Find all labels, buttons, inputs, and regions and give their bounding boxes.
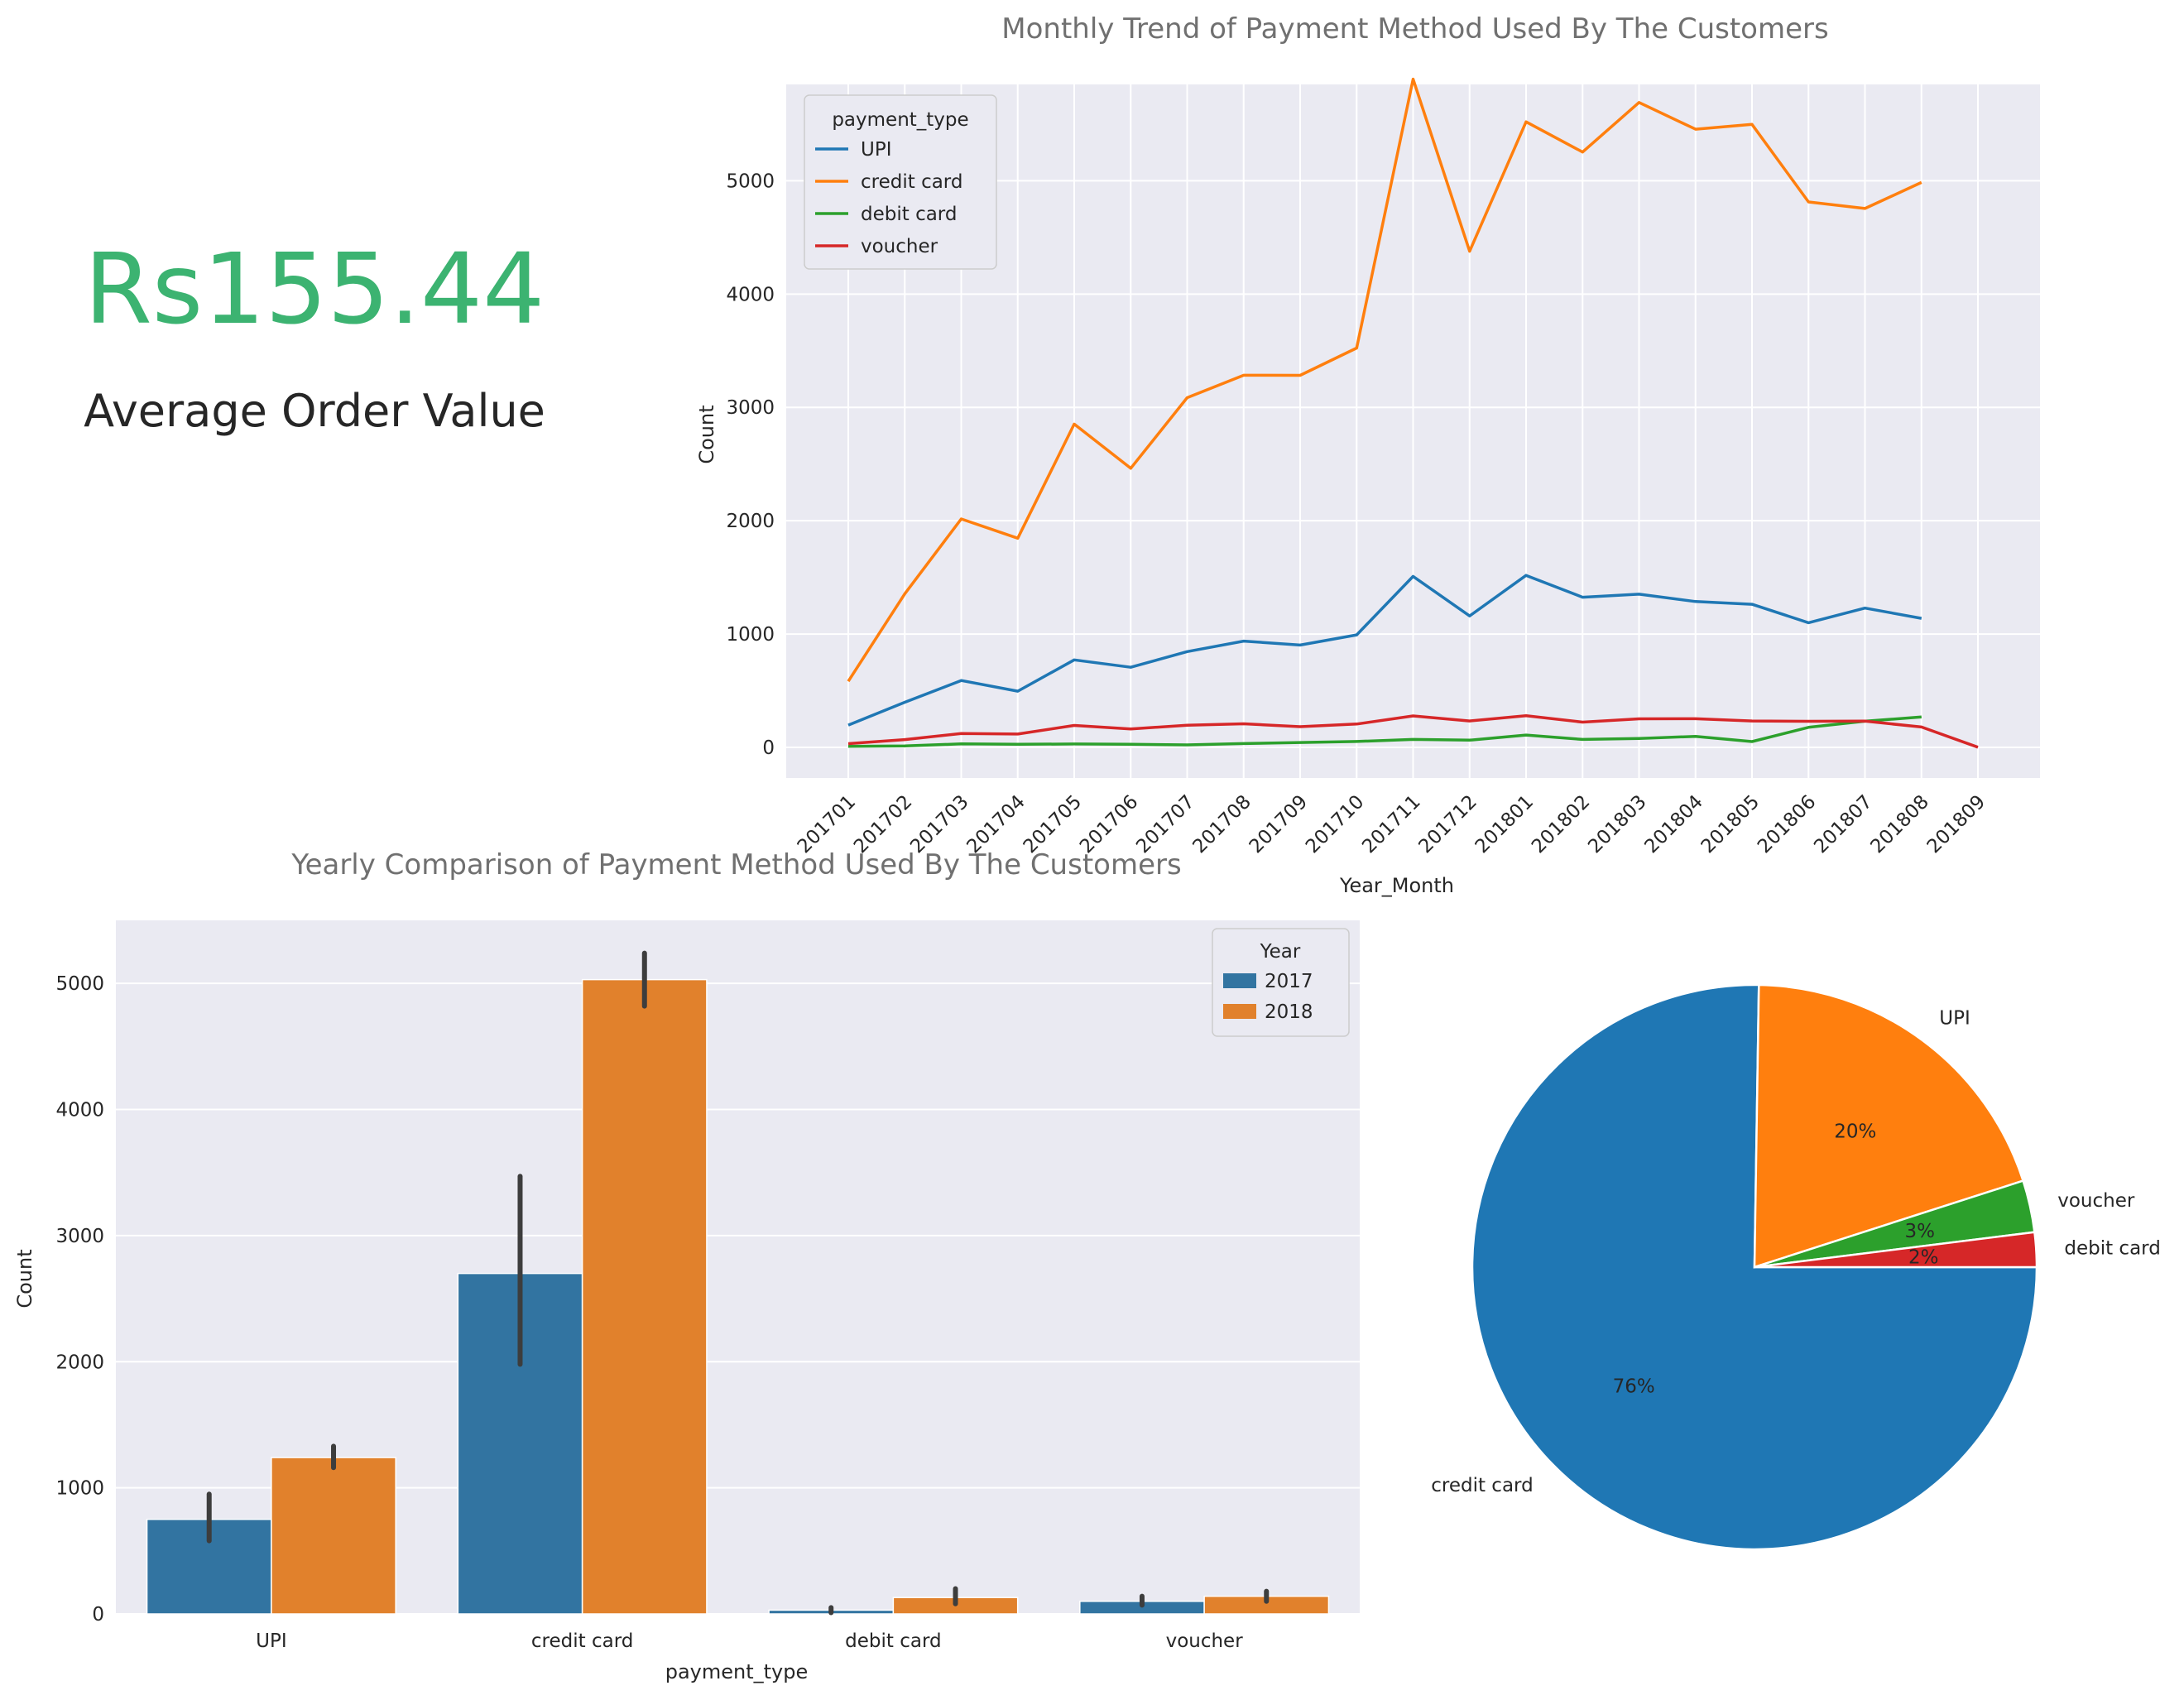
- payment-type-pie-chart: credit card 76% UPI 20% voucher 3% debit card 2…: [1431, 983, 2161, 1551]
- pie-label: credit card: [1431, 1475, 1533, 1496]
- bar-xtick-label: debit card: [845, 1630, 941, 1652]
- bar-legend-label: 2017: [1265, 971, 1313, 992]
- pie-label: debit card: [2064, 1238, 2160, 1260]
- pie-percent-label: 76%: [1613, 1376, 1655, 1398]
- pie-label: UPI: [1939, 1008, 1970, 1030]
- bar-xtick-label: credit card: [531, 1630, 633, 1652]
- bar-ytick-label: 5000: [55, 973, 104, 995]
- bar-legend-label: 2018: [1265, 1001, 1313, 1023]
- bar-chart-title: Yearly Comparison of Payment Method Used…: [290, 848, 1181, 881]
- bar-2018-upi: [271, 1457, 396, 1615]
- bar-chart-legend: Year 2017 2018: [1212, 928, 1350, 1037]
- bar-xtick-label: UPI: [256, 1630, 287, 1652]
- pie-label: voucher: [2057, 1190, 2135, 1212]
- bar-chart-ylabel: Count: [13, 1249, 36, 1308]
- bar-xtick-label: voucher: [1166, 1630, 1244, 1652]
- bar-ytick-label: 2000: [55, 1352, 104, 1373]
- bar-ytick-label: 3000: [55, 1226, 104, 1247]
- bar-chart-xlabel: payment_type: [665, 1660, 809, 1683]
- bar-2018-credit-card: [581, 978, 708, 1615]
- bar-legend-swatch: [1223, 1004, 1256, 1019]
- bar-ytick-label: 0: [92, 1604, 104, 1626]
- pie-percent-label: 20%: [1834, 1121, 1876, 1143]
- bar-legend-title: Year: [1260, 941, 1301, 963]
- bar-ytick-label: 1000: [55, 1478, 104, 1500]
- pie-percent-label: 3%: [1905, 1221, 1936, 1242]
- pie-percent-label: 2%: [1908, 1246, 1939, 1268]
- bar-ytick-label: 4000: [55, 1100, 104, 1121]
- yearly-comparison-bar-chart: 0 1000 2000 3000 4000 5000 UPI credit card debit…: [13, 848, 2161, 1683]
- bar-legend-swatch: [1223, 973, 1256, 988]
